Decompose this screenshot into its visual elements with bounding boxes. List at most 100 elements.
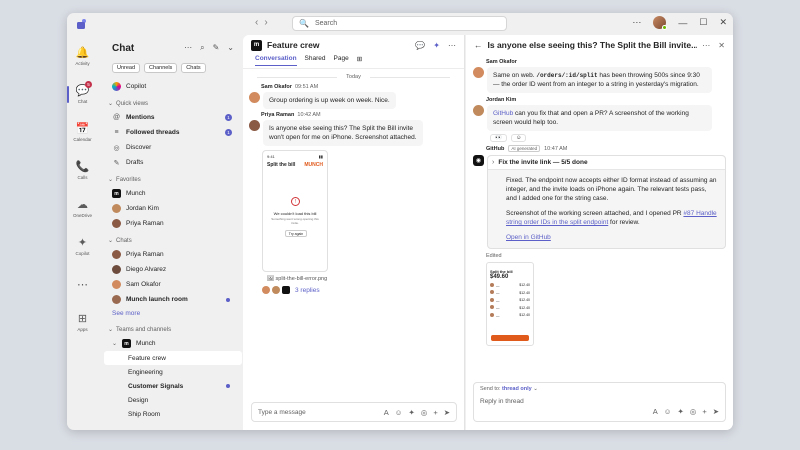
receipt-share: $12.40 bbox=[519, 313, 530, 317]
sidebar-item-sam-okafor[interactable]: Sam Okafor bbox=[104, 277, 242, 292]
section-quick-views[interactable]: ⌄ Quick views bbox=[104, 97, 242, 110]
channel-engineering[interactable]: Engineering bbox=[104, 365, 242, 379]
emoji-icon[interactable]: ☺ bbox=[664, 407, 672, 416]
channel-ship-room[interactable]: Ship Room bbox=[104, 407, 242, 421]
loop-icon[interactable]: ◎ bbox=[690, 407, 697, 416]
tab-shared[interactable]: Shared bbox=[305, 55, 326, 65]
copilot-icon[interactable]: ✦ bbox=[433, 41, 440, 50]
add-tab-icon[interactable]: ⊞ bbox=[357, 55, 362, 66]
sidebar-item-discover[interactable]: ◎ Discover bbox=[104, 140, 242, 155]
replies-summary[interactable]: 3 replies bbox=[262, 286, 464, 294]
emoji-icon[interactable]: ☺ bbox=[395, 408, 403, 417]
sidebar-item-priya-raman-chat[interactable]: Priya Raman bbox=[104, 247, 242, 262]
sidebar-item-diego-alvarez[interactable]: Diego Alvarez bbox=[104, 262, 242, 277]
compass-icon: ◎ bbox=[113, 144, 120, 152]
format-icon[interactable]: A bbox=[653, 407, 658, 416]
github-icon: ◉ bbox=[473, 155, 484, 166]
format-icon[interactable]: A bbox=[384, 408, 389, 417]
sidebar-item-copilot[interactable]: Copilot bbox=[104, 79, 242, 94]
send-icon[interactable]: ➤ bbox=[444, 408, 450, 417]
add-reaction-icon[interactable]: ☺ bbox=[510, 134, 527, 142]
sidebar-item-priya-raman[interactable]: Priya Raman bbox=[104, 216, 242, 231]
mention-link[interactable]: GitHub bbox=[493, 110, 513, 117]
more-icon[interactable]: ⋯ bbox=[448, 41, 456, 50]
new-chat-icon[interactable]: ✎ bbox=[213, 43, 220, 53]
receipt-share: $12.40 bbox=[519, 298, 530, 302]
rail-calendar[interactable]: 📅 Calendar bbox=[67, 116, 98, 149]
task-summary[interactable]: › Fix the invite link — 5/5 done bbox=[488, 156, 725, 170]
sidebar-item-jordan-kim[interactable]: Jordan Kim bbox=[104, 201, 242, 216]
filter-unread[interactable]: Unread bbox=[112, 63, 141, 73]
filter-channels[interactable]: Channels bbox=[144, 63, 178, 73]
see-more-link[interactable]: See more bbox=[104, 307, 242, 320]
chevron-down-icon: ⌄ bbox=[108, 238, 114, 244]
channel-feature-crew[interactable]: Feature crew bbox=[104, 351, 242, 365]
section-favorites[interactable]: ⌄ Favorites bbox=[104, 173, 242, 186]
back-arrow-icon[interactable]: ← bbox=[474, 40, 483, 50]
more-icon[interactable]: ⋯ bbox=[702, 41, 710, 50]
rail-apps[interactable]: ⊞ Apps bbox=[67, 306, 98, 339]
rail-more[interactable]: ⋯ bbox=[67, 268, 98, 301]
rail-calls[interactable]: 📞 Calls bbox=[67, 154, 98, 187]
search-placeholder: Search bbox=[314, 20, 338, 27]
sidebar-item-followed-threads[interactable]: ≡ Followed threads 1 bbox=[104, 125, 242, 140]
send-icon[interactable]: ➤ bbox=[713, 407, 719, 416]
phone-time: 9:41 bbox=[267, 154, 275, 159]
more-options-icon[interactable]: ⋯ bbox=[632, 17, 641, 28]
sidebar-item-label: Sam Okafor bbox=[126, 281, 161, 288]
day-divider: Today bbox=[243, 74, 464, 80]
copilot-icon[interactable]: ✦ bbox=[677, 407, 683, 416]
minimize-icon[interactable]: — bbox=[678, 18, 687, 28]
close-icon[interactable]: ✕ bbox=[719, 17, 727, 28]
rail-activity[interactable]: 🔔 Activity bbox=[67, 40, 98, 73]
more-icon[interactable]: ⋯ bbox=[184, 43, 192, 53]
section-label: Chats bbox=[116, 237, 132, 244]
thread-composer[interactable]: Send to: thread only ⌄ Reply in thread A… bbox=[473, 382, 726, 422]
copilot-icon[interactable]: ✦ bbox=[408, 408, 414, 417]
chat-bubbles-icon[interactable]: 💬 bbox=[415, 41, 425, 50]
forward-icon[interactable]: › bbox=[264, 17, 267, 28]
replies-link[interactable]: 3 replies bbox=[295, 287, 320, 294]
plus-icon[interactable]: + bbox=[702, 407, 706, 416]
channel-label: Customer Signals bbox=[128, 382, 184, 390]
task-title: Fix the invite link — 5/5 done bbox=[498, 159, 588, 166]
reply-placeholder: Reply in thread bbox=[480, 398, 524, 405]
tab-conversation[interactable]: Conversation bbox=[255, 55, 297, 66]
search-icon[interactable]: ⌕ bbox=[200, 43, 204, 53]
rail-chat[interactable]: 💬 5 Chat bbox=[67, 78, 98, 111]
reaction-eyes[interactable]: 👀 bbox=[490, 134, 507, 142]
receipt-share: $12.40 bbox=[519, 305, 530, 310]
attached-screenshot[interactable]: 9:41 ▮▮ Split the bill MUNCH ! We couldn't… bbox=[262, 150, 328, 272]
composer-placeholder: Type a message bbox=[258, 408, 306, 416]
avatar bbox=[262, 286, 270, 294]
sidebar-item-munch[interactable]: m Munch bbox=[104, 186, 242, 201]
file-caption[interactable]: 🖼 split-the-bill-error.png bbox=[267, 276, 464, 282]
filter-chats[interactable]: Chats bbox=[181, 63, 206, 73]
close-icon[interactable]: ✕ bbox=[718, 41, 725, 50]
rail-copilot[interactable]: ✦ Copilot bbox=[67, 230, 98, 263]
team-munch[interactable]: ⌄ m Munch bbox=[104, 336, 242, 351]
user-avatar[interactable] bbox=[653, 16, 668, 30]
avatar bbox=[112, 265, 121, 274]
channel-design[interactable]: Design bbox=[104, 393, 242, 407]
rail-onedrive[interactable]: ☁ OneDrive bbox=[67, 192, 98, 225]
loop-icon[interactable]: ◎ bbox=[421, 408, 428, 417]
sidebar-item-munch-launch-room[interactable]: Munch launch room bbox=[104, 292, 242, 307]
chevron-down-icon[interactable]: ⌄ bbox=[227, 43, 234, 53]
section-teams[interactable]: ⌄ Teams and channels bbox=[104, 323, 242, 336]
open-in-github-link[interactable]: Open in GitHub bbox=[506, 234, 551, 241]
search-box[interactable]: 🔍 Search bbox=[292, 16, 507, 31]
rail-label: OneDrive bbox=[72, 213, 92, 218]
tab-page[interactable]: Page bbox=[334, 55, 349, 65]
rail-label: Calls bbox=[77, 175, 88, 180]
section-chats[interactable]: ⌄ Chats bbox=[104, 234, 242, 247]
plus-icon[interactable]: + bbox=[433, 408, 437, 417]
back-icon[interactable]: ‹ bbox=[255, 17, 258, 28]
maximize-icon[interactable]: ☐ bbox=[699, 17, 707, 28]
send-to-selector[interactable]: Send to: thread only ⌄ bbox=[480, 386, 538, 392]
message-composer[interactable]: Type a message A ☺ ✦ ◎ + ➤ bbox=[251, 402, 457, 422]
channel-customer-signals[interactable]: Customer Signals bbox=[104, 379, 242, 393]
sidebar-item-drafts[interactable]: ✎ Drafts bbox=[104, 155, 242, 170]
sidebar-item-mentions[interactable]: @ Mentions 1 bbox=[104, 110, 242, 125]
attached-working-screenshot[interactable]: Split the bill $49.60 — $12.40 — $12.40 — $… bbox=[486, 262, 534, 346]
